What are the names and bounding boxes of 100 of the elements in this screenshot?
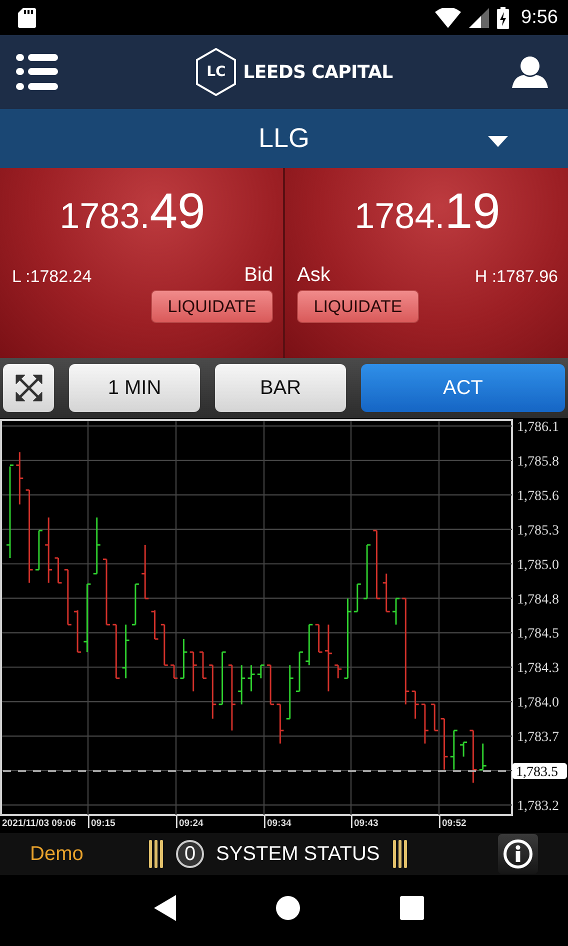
axis-label: 09:15 bbox=[91, 818, 116, 829]
axis-label: 2021/11/03 09:06 bbox=[2, 818, 76, 829]
system-status-label[interactable]: SYSTEM STATUS bbox=[216, 842, 380, 866]
price-bar bbox=[35, 530, 42, 570]
price-bar bbox=[382, 574, 390, 612]
axis-label: 1,786.1 bbox=[517, 420, 559, 435]
bars-icon bbox=[148, 840, 164, 868]
price-bar bbox=[324, 624, 332, 692]
price-bar bbox=[354, 583, 361, 612]
price-bar bbox=[257, 664, 264, 678]
high-price: H :1787.96 bbox=[474, 267, 558, 287]
price-bar bbox=[93, 517, 100, 574]
brand-name: LEEDS CAPITAL bbox=[243, 62, 393, 82]
menu-icon[interactable] bbox=[16, 53, 58, 91]
chart-option-button[interactable]: 1 MIN bbox=[69, 364, 200, 412]
price-bar bbox=[248, 665, 255, 692]
expand-icon bbox=[14, 373, 44, 403]
price-bar bbox=[16, 452, 24, 504]
price-bar bbox=[296, 651, 303, 692]
price-bar bbox=[392, 598, 400, 625]
price-bar bbox=[373, 530, 380, 600]
price-bar bbox=[315, 624, 322, 653]
axis-label: 09:43 bbox=[354, 818, 378, 829]
price-value: 1783.49 bbox=[58, 182, 206, 241]
price-bar bbox=[431, 704, 438, 732]
price-bar bbox=[103, 558, 110, 626]
axis-label: 1,784.8 bbox=[517, 592, 559, 608]
price-bar bbox=[151, 610, 158, 640]
axis-label: 1,784.3 bbox=[517, 661, 559, 676]
caret-icon bbox=[488, 136, 508, 147]
price-bar bbox=[238, 665, 246, 704]
price-bar bbox=[54, 557, 62, 584]
price-bar bbox=[200, 651, 206, 679]
battery-icon bbox=[497, 6, 510, 28]
price-bar bbox=[84, 583, 91, 652]
price-bar bbox=[470, 730, 477, 783]
axis-label: 1,785.3 bbox=[517, 523, 559, 538]
back-icon[interactable] bbox=[154, 894, 176, 920]
price-bar bbox=[170, 664, 178, 679]
price-value: 1784.19 bbox=[354, 182, 502, 241]
price-bar bbox=[276, 704, 284, 744]
price-bar bbox=[450, 730, 458, 770]
account-mode: Demo bbox=[30, 842, 84, 866]
clock-time: 9:56 bbox=[521, 6, 558, 28]
alert-count-badge: 0 bbox=[176, 840, 204, 868]
price-bar bbox=[132, 583, 139, 626]
axis-label: 1,785.8 bbox=[517, 454, 559, 470]
info-button[interactable] bbox=[498, 834, 538, 874]
axis-label: 1,783.2 bbox=[517, 799, 559, 814]
price-bar bbox=[306, 624, 313, 666]
price-bar bbox=[421, 704, 428, 744]
liquidate-button[interactable]: LIQUIDATE bbox=[151, 290, 273, 323]
chart-option-button[interactable]: BAR bbox=[215, 364, 346, 412]
price-bar bbox=[45, 517, 52, 583]
bars-icon bbox=[392, 840, 408, 868]
axis-label: 1,783.7 bbox=[517, 730, 559, 746]
price-bar bbox=[228, 664, 236, 730]
price-bar bbox=[122, 624, 130, 678]
price-bar bbox=[460, 742, 468, 757]
user-icon[interactable] bbox=[512, 56, 548, 88]
wifi-icon bbox=[435, 8, 462, 28]
price-bar bbox=[479, 744, 486, 770]
axis-label: 09:24 bbox=[179, 818, 204, 829]
recents-icon[interactable] bbox=[400, 896, 424, 920]
price-bar bbox=[209, 664, 216, 719]
price-bar bbox=[112, 624, 120, 679]
price-bar bbox=[364, 544, 371, 600]
chart-option-button[interactable]: ACT bbox=[361, 364, 565, 412]
price-bar bbox=[286, 665, 294, 720]
price-bar bbox=[218, 651, 226, 706]
symbol-selector[interactable]: LLG bbox=[0, 109, 568, 168]
axis-label: 1,784.0 bbox=[517, 696, 559, 711]
quote-panel[interactable]: 1784.19 Ask H :1787.96 LIQUIDATE bbox=[285, 168, 568, 358]
axis-label: 09:52 bbox=[442, 818, 466, 829]
price-bar bbox=[334, 664, 342, 678]
liquidate-button[interactable]: LIQUIDATE bbox=[297, 290, 419, 323]
axis-label: 1,785.0 bbox=[517, 558, 559, 573]
price-bar bbox=[412, 690, 419, 719]
signal-icon bbox=[469, 8, 490, 28]
price-bar bbox=[64, 569, 72, 626]
axis-label: 09:34 bbox=[267, 818, 292, 829]
price-bar bbox=[180, 639, 188, 679]
quote-panel[interactable]: 1783.49 L :1782.24 Bid LIQUIDATE bbox=[0, 168, 283, 358]
side-label: Ask bbox=[297, 264, 330, 287]
axis-label: 1,784.5 bbox=[517, 626, 559, 642]
price-bar bbox=[267, 664, 274, 706]
price-bar bbox=[440, 718, 448, 770]
side-label: Bid bbox=[244, 264, 273, 287]
logo-badge: LC bbox=[195, 48, 238, 96]
last-price-tag: 1,783.5 bbox=[512, 763, 567, 780]
axis-label: 1,785.6 bbox=[517, 488, 559, 504]
price-bar bbox=[190, 651, 197, 692]
price-bar bbox=[74, 610, 82, 653]
low-price: L :1782.24 bbox=[12, 267, 92, 287]
home-icon[interactable] bbox=[274, 894, 301, 920]
sd-card-icon bbox=[18, 8, 36, 28]
fullscreen-button[interactable] bbox=[3, 364, 54, 412]
price-bar bbox=[160, 624, 168, 666]
price-bar bbox=[142, 544, 149, 600]
info-icon bbox=[503, 839, 533, 869]
